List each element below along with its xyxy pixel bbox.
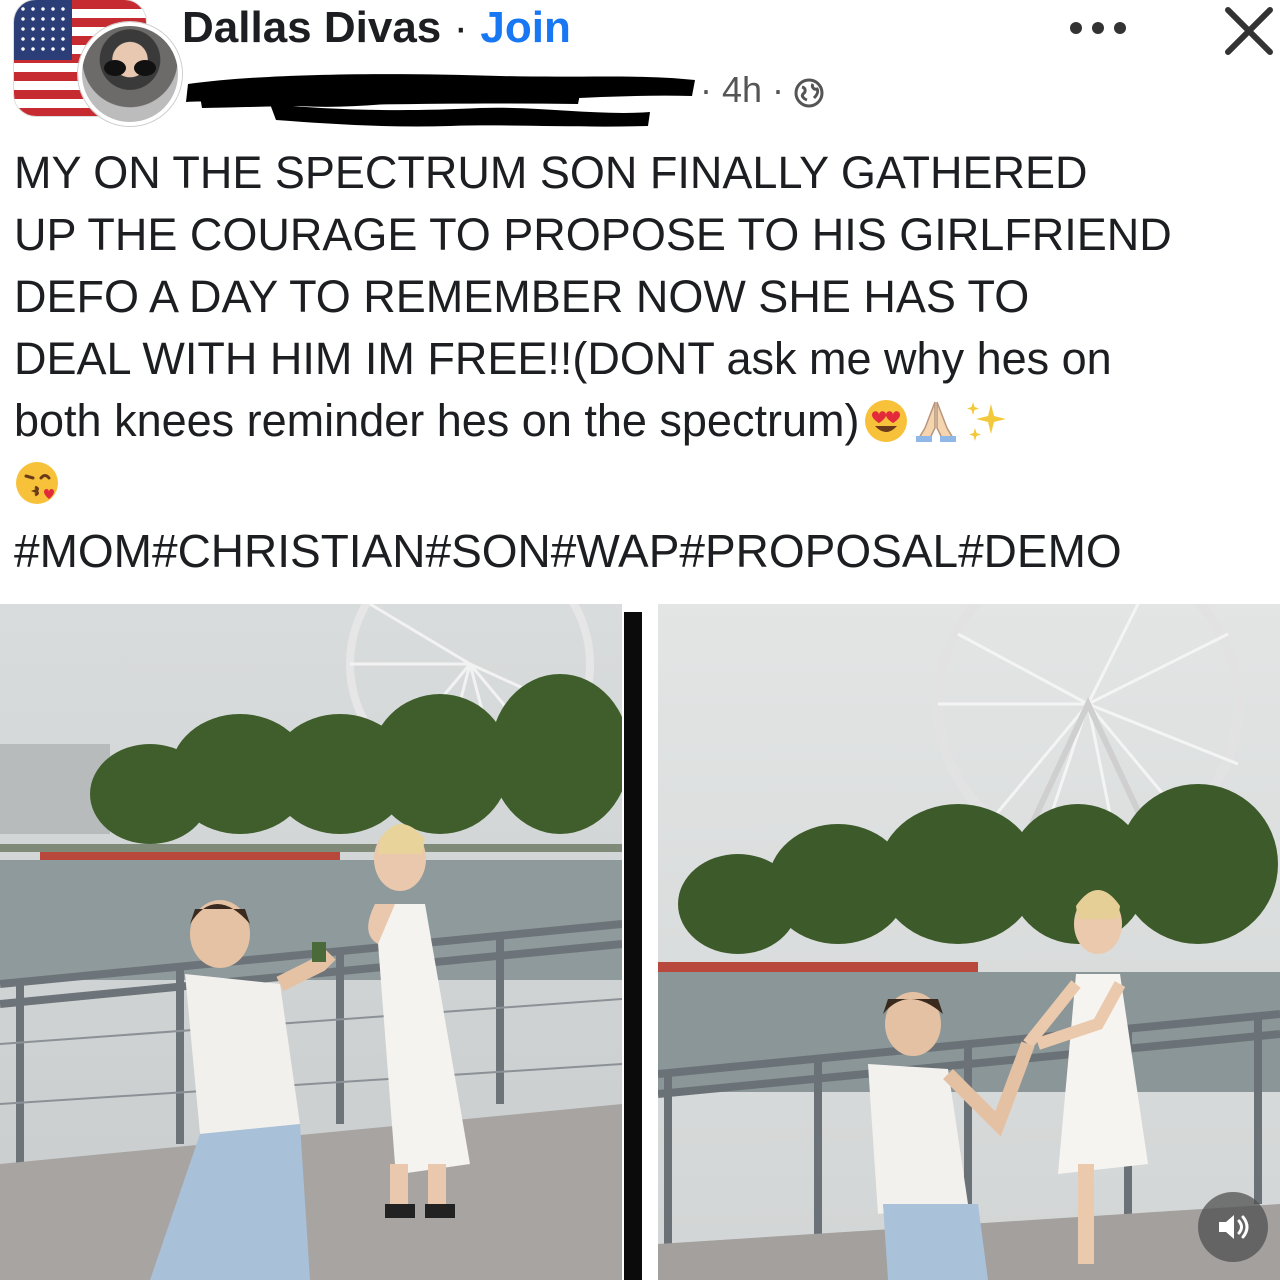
sparkles-emoji [967,402,1007,441]
post-header: Dallas Divas · Join [182,2,571,54]
close-icon[interactable] [1222,4,1276,58]
photo-divider-bar [624,612,642,1280]
sound-toggle-button[interactable] [1198,1192,1268,1262]
globe-icon [794,78,824,108]
post-body: MY ON THE SPECTRUM SON FINALLY GATHERED … [14,142,1276,514]
heart-eyes-emoji [865,400,908,442]
avatar[interactable] [78,22,182,126]
speaker-icon [1219,1215,1249,1239]
more-options-icon[interactable] [1066,14,1130,42]
praying-hands-emoji [916,401,957,442]
proposal-photo-1[interactable] [0,604,622,1280]
author-avatar-group[interactable] [10,0,182,126]
post-meta: · 4h · [700,66,824,114]
proposal-photo-2[interactable] [658,604,1280,1280]
post-hashtags[interactable]: #MOM#CHRISTIAN#SON#WAP#PROPOSAL#DEMO [14,520,1122,582]
kissing-heart-emoji [16,462,58,504]
header-separator: · [441,3,481,52]
group-name[interactable]: Dallas Divas [182,3,441,52]
post-time[interactable]: · 4h · [700,69,784,110]
redacted-author-name [186,74,695,127]
join-link[interactable]: Join [480,3,570,52]
